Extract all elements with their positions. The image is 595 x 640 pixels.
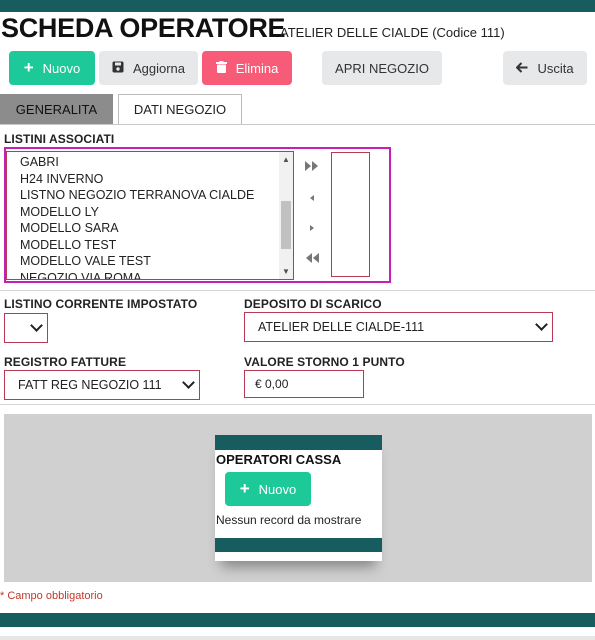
tab-generalita[interactable]: GENERALITA xyxy=(0,94,113,124)
move-left-icon[interactable] xyxy=(304,192,320,207)
card-header-bar xyxy=(215,435,382,450)
tab-dati-negozio[interactable]: DATI NEGOZIO xyxy=(118,94,242,124)
list-item[interactable]: GABRI xyxy=(7,154,254,171)
new-button-label: Nuovo xyxy=(42,60,81,76)
list-item[interactable]: LISTNO NEGOZIO TERRANOVA CIALDE xyxy=(7,187,254,204)
section-divider xyxy=(0,290,595,291)
deposito-value: ATELIER DELLE CIALDE-111 xyxy=(258,320,425,334)
list-item[interactable]: MODELLO LY xyxy=(7,204,254,221)
operatori-card: OPERATORI CASSA + Nuovo Nessun record da… xyxy=(215,435,382,561)
move-right-icon[interactable] xyxy=(304,222,320,237)
card-footer-bar xyxy=(215,538,382,552)
list-item[interactable]: MODELLO TEST xyxy=(7,237,254,254)
list-scrollbar[interactable]: ▲ ▼ xyxy=(279,152,293,279)
save-icon xyxy=(112,61,124,76)
registro-select[interactable]: FATT REG NEGOZIO 111 xyxy=(4,370,200,400)
deposito-select[interactable]: ATELIER DELLE CIALDE-111 xyxy=(244,312,553,342)
scroll-up-icon[interactable]: ▲ xyxy=(282,155,290,164)
storno-input[interactable]: € 0,00 xyxy=(244,370,364,398)
page-title: SCHEDA OPERATORE xyxy=(1,13,286,43)
scroll-down-icon[interactable]: ▼ xyxy=(282,267,290,276)
move-all-left-icon[interactable] xyxy=(304,252,320,267)
chevron-down-icon xyxy=(30,319,43,332)
storno-value: € 0,00 xyxy=(255,377,289,391)
plus-icon: + xyxy=(239,479,250,498)
open-store-button-label: APRI NEGOZIO xyxy=(335,60,429,76)
listino-corrente-select[interactable] xyxy=(4,313,48,343)
trash-icon xyxy=(215,60,227,76)
update-button-label: Aggiorna xyxy=(132,60,186,76)
registro-label: REGISTRO FATTURE xyxy=(4,355,127,369)
footer-line xyxy=(0,636,595,640)
move-all-right-icon[interactable] xyxy=(304,160,320,175)
list-item[interactable]: H24 INVERNO xyxy=(7,171,254,188)
open-store-button[interactable]: APRI NEGOZIO xyxy=(322,51,442,85)
exit-button-label: Uscita xyxy=(537,60,574,76)
listini-label: LISTINI ASSOCIATI xyxy=(4,132,115,146)
list-item[interactable]: MODELLO SARA xyxy=(7,220,254,237)
listino-corrente-label: LISTINO CORRENTE IMPOSTATO xyxy=(4,297,198,311)
chevron-down-icon xyxy=(535,318,548,331)
add-operator-button[interactable]: + Nuovo xyxy=(225,472,311,506)
top-bar xyxy=(0,0,595,12)
section-divider xyxy=(0,404,595,405)
chevron-down-icon xyxy=(182,376,195,389)
empty-message: Nessun record da mostrare xyxy=(216,513,362,527)
arrow-left-icon xyxy=(516,61,528,76)
registro-value: FATT REG NEGOZIO 111 xyxy=(18,378,162,392)
exit-button[interactable]: Uscita xyxy=(503,51,587,85)
tab-divider xyxy=(0,124,595,125)
required-note: * Campo obbligatorio xyxy=(0,590,103,602)
available-list[interactable]: GABRI H24 INVERNO LISTNO NEGOZIO TERRANO… xyxy=(6,151,294,280)
plus-icon: + xyxy=(23,58,34,77)
new-button[interactable]: + Nuovo xyxy=(9,51,95,85)
scroll-thumb[interactable] xyxy=(281,201,291,249)
bottom-bar xyxy=(0,613,595,627)
update-button[interactable]: Aggiorna xyxy=(99,51,198,85)
page-subtitle: ATELIER DELLE CIALDE (Codice 111) xyxy=(280,25,505,40)
list-item[interactable]: MODELLO VALE TEST xyxy=(7,253,254,270)
add-operator-button-label: Nuovo xyxy=(258,481,297,497)
delete-button[interactable]: Elimina xyxy=(202,51,292,85)
delete-button-label: Elimina xyxy=(235,60,279,76)
deposito-label: DEPOSITO DI SCARICO xyxy=(244,297,382,311)
list-item[interactable]: NEGOZIO VIA ROMA xyxy=(7,270,254,280)
selected-list[interactable] xyxy=(331,152,370,277)
card-title: OPERATORI CASSA xyxy=(216,452,342,467)
storno-label: VALORE STORNO 1 PUNTO xyxy=(244,355,405,369)
